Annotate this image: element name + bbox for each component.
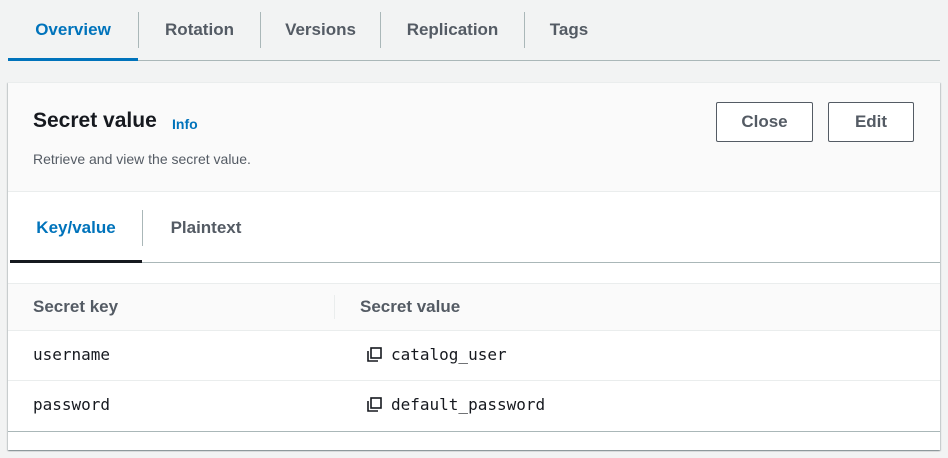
view-mode-tabs: Key/value Plaintext bbox=[10, 193, 940, 263]
column-divider bbox=[334, 295, 335, 319]
panel-description: Retrieve and view the secret value. bbox=[33, 151, 251, 167]
copy-icon[interactable] bbox=[365, 346, 383, 364]
tab-rotation[interactable]: Rotation bbox=[139, 0, 260, 60]
close-button[interactable]: Close bbox=[716, 102, 813, 142]
column-header-secret-key: Secret key bbox=[33, 297, 119, 316]
secret-value-cell: default_password bbox=[365, 395, 545, 414]
secret-table: Secret key Secret value username catalog… bbox=[8, 283, 940, 432]
tab-plaintext[interactable]: Plaintext bbox=[143, 193, 269, 262]
secret-value-cell: catalog_user bbox=[365, 345, 507, 364]
table-row: password default_password bbox=[8, 381, 940, 431]
secret-value-text: default_password bbox=[391, 395, 546, 414]
table-header: Secret key Secret value bbox=[8, 283, 940, 331]
tab-versions[interactable]: Versions bbox=[261, 0, 380, 60]
info-link[interactable]: Info bbox=[172, 116, 198, 132]
copy-icon[interactable] bbox=[365, 396, 383, 414]
panel-header: Secret value Info Retrieve and view the … bbox=[8, 83, 940, 192]
tab-tags[interactable]: Tags bbox=[525, 0, 613, 60]
tab-overview[interactable]: Overview bbox=[8, 0, 138, 61]
panel-title: Secret value bbox=[33, 109, 157, 132]
secret-key-cell: password bbox=[33, 395, 111, 414]
secret-value-text: catalog_user bbox=[391, 345, 507, 364]
top-tab-bar: Overview Rotation Versions Replication T… bbox=[8, 0, 940, 61]
edit-button[interactable]: Edit bbox=[828, 102, 914, 142]
table-row: username catalog_user bbox=[8, 331, 940, 381]
secret-value-panel: Secret value Info Retrieve and view the … bbox=[8, 82, 940, 450]
tab-key-value[interactable]: Key/value bbox=[10, 193, 142, 263]
secret-key-cell: username bbox=[33, 345, 111, 364]
column-header-secret-value: Secret value bbox=[360, 297, 461, 316]
tab-replication[interactable]: Replication bbox=[381, 0, 524, 60]
